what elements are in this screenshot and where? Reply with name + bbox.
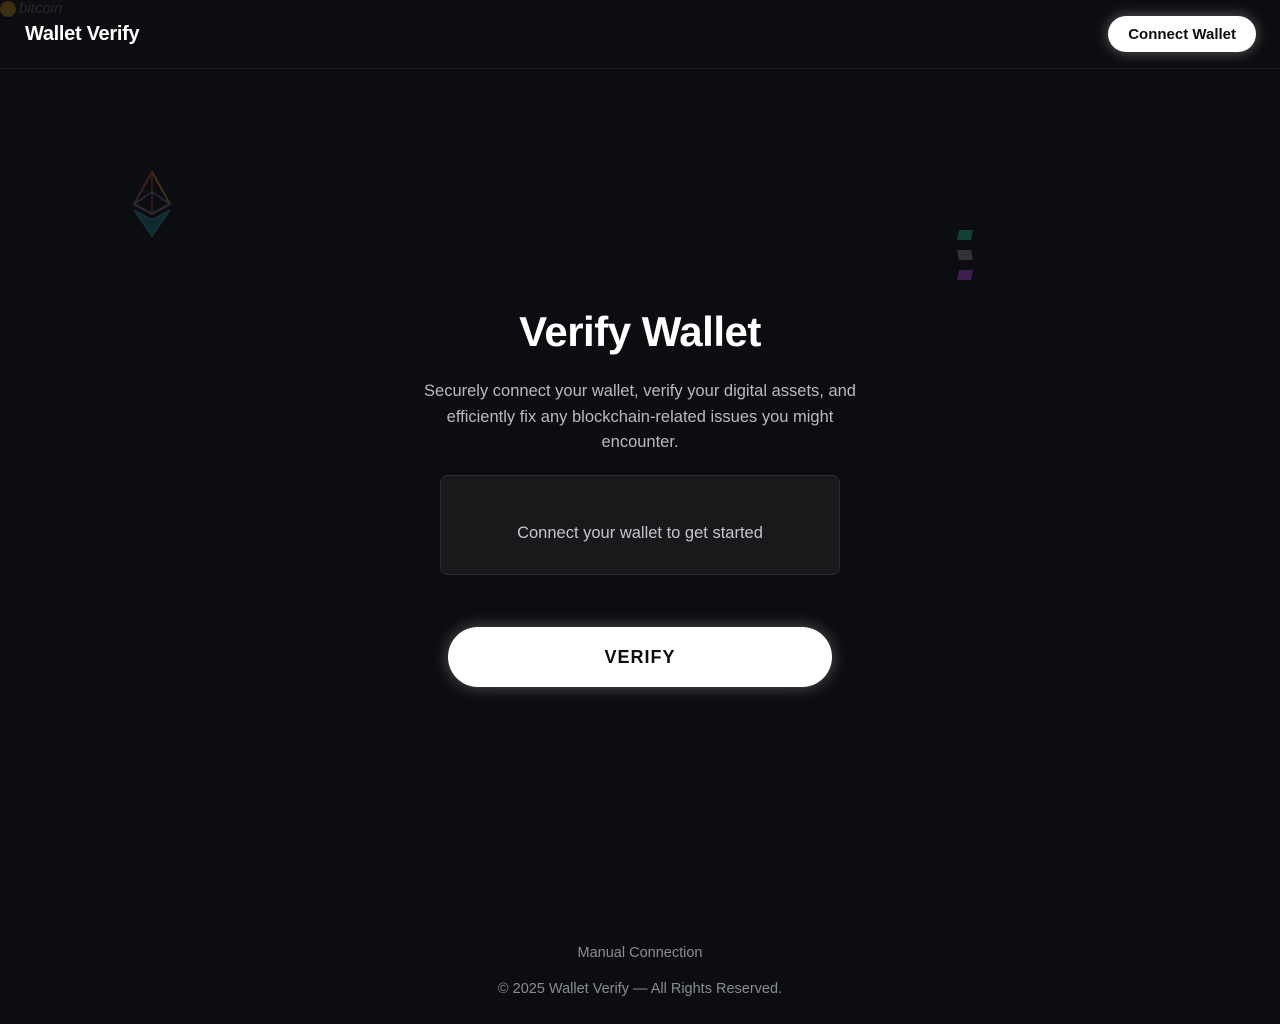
wallet-status-text: Connect your wallet to get started xyxy=(517,523,763,542)
wallet-status-card: Connect your wallet to get started xyxy=(440,475,840,575)
copyright-text: © 2025 Wallet Verify — All Rights Reserv… xyxy=(497,981,783,997)
bitcoin-coin-icon xyxy=(0,0,16,17)
manual-connection-link[interactable]: Manual Connection xyxy=(0,945,1280,961)
brand-logo-text[interactable]: Wallet Verify xyxy=(25,23,140,46)
solana-icon xyxy=(957,230,973,280)
page-title: Verify Wallet xyxy=(519,308,761,355)
verify-button[interactable]: VERIFY xyxy=(448,627,832,687)
bitcoin-wordmark: bitcoin xyxy=(19,0,63,17)
hero-description: Securely connect your wallet, verify you… xyxy=(424,382,856,451)
ethereum-icon xyxy=(132,170,172,238)
connect-wallet-button[interactable]: Connect Wallet xyxy=(1108,16,1256,52)
page: Wallet Verify Connect Wallet bitcoin Ver… xyxy=(0,0,1280,1024)
bitcoin-icon: bitcoin xyxy=(0,0,1280,17)
